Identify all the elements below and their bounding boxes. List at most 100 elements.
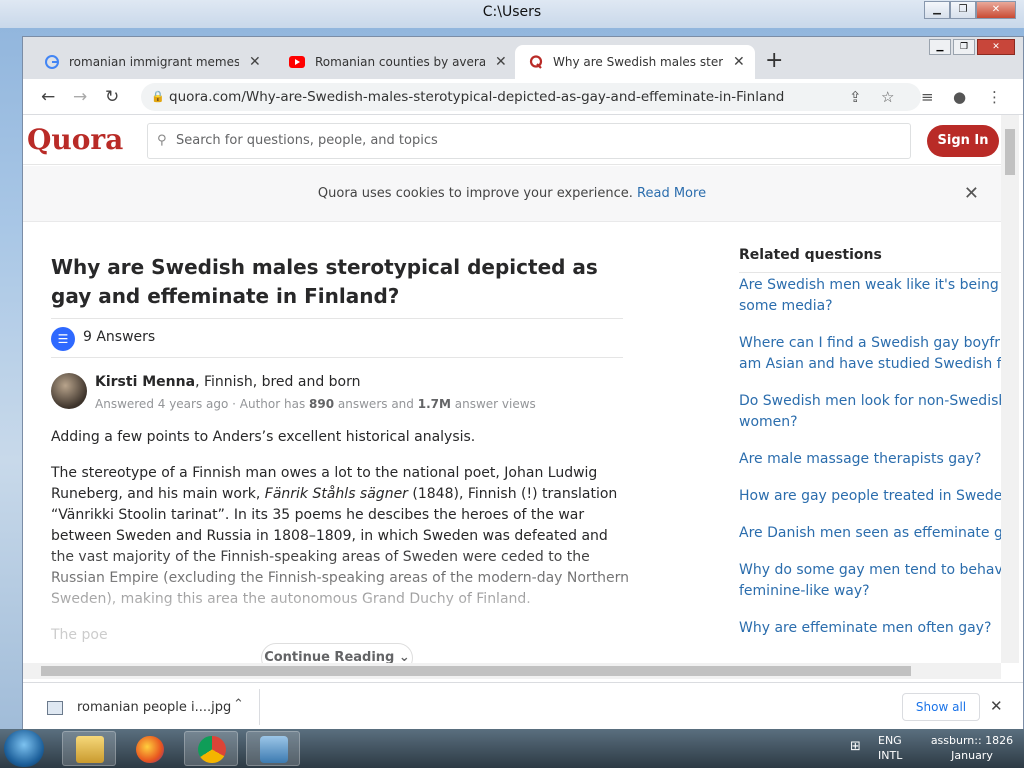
media-queue-icon[interactable]: ≡	[921, 88, 934, 106]
tab-close-icon[interactable]: ✕	[495, 54, 507, 70]
quora-header: Quora ⚲ Search for questions, people, an…	[23, 115, 1001, 165]
horizontal-scroll-thumb[interactable]	[41, 666, 911, 676]
vertical-scroll-thumb[interactable]	[1005, 129, 1015, 175]
tab-close-icon[interactable]: ✕	[733, 54, 745, 70]
meta-mid: answers and	[334, 397, 418, 411]
avatar[interactable]	[51, 373, 87, 409]
chevron-up-icon[interactable]: ⌃	[233, 697, 244, 712]
language-indicator[interactable]: ENG INTL	[878, 733, 902, 763]
chrome-icon	[198, 736, 226, 763]
back-arrow-icon[interactable]: ←	[41, 87, 55, 107]
web-page: Quora ⚲ Search for questions, people, an…	[23, 115, 1001, 663]
tab-quora[interactable]: Why are Swedish males sterotypic ✕	[515, 45, 755, 79]
continue-reading-button[interactable]: Continue Reading ⌄	[261, 643, 413, 663]
divider	[739, 272, 1001, 273]
outer-close-button[interactable]: ✕	[976, 1, 1016, 19]
quora-icon	[529, 55, 543, 69]
chrome-close-button[interactable]: ✕	[977, 39, 1015, 55]
address-bar[interactable]: 🔒 quora.com/Why-are-Swedish-males-sterot…	[141, 83, 921, 111]
tab-label: Why are Swedish males sterotypic	[553, 55, 723, 69]
quora-logo[interactable]: Quora	[27, 123, 123, 156]
firefox-icon	[136, 736, 164, 763]
answer-meta: Answered 4 years ago · Author has 890 an…	[95, 397, 536, 411]
author-line: Kirsti Menna, Finnish, bred and born	[95, 374, 361, 390]
related-question-link[interactable]: Why are effeminate men often gay?	[739, 618, 1001, 639]
answer-italic-text: Fänrik Ståhls sägner	[264, 486, 408, 502]
sign-in-button[interactable]: Sign In	[927, 125, 999, 157]
close-icon[interactable]: ✕	[990, 697, 1003, 715]
clock-time: assburn:: 1826	[930, 734, 1014, 747]
kebab-menu-icon[interactable]: ⋮	[987, 88, 1002, 106]
search-input[interactable]: ⚲ Search for questions, people, and topi…	[147, 123, 911, 159]
author-name[interactable]: Kirsti Menna	[95, 374, 195, 390]
answers-row: ☰ 9 Answers	[51, 318, 623, 358]
clock[interactable]: assburn:: 1826 January	[922, 733, 1022, 763]
meta-suffix: answer views	[450, 397, 536, 411]
chrome-window: romanian immigrant memes - Go ✕ Romanian…	[22, 36, 1024, 730]
folder-icon	[76, 736, 104, 763]
tab-close-icon[interactable]: ✕	[249, 54, 261, 70]
taskbar-firefox[interactable]	[122, 731, 176, 766]
question-title: Why are Swedish males sterotypical depic…	[51, 255, 598, 308]
related-question-link[interactable]: Are Danish men seen as effeminate glo	[739, 523, 1001, 544]
outer-maximize-button[interactable]: ❐	[950, 1, 976, 19]
show-all-button[interactable]: Show all	[902, 693, 980, 721]
related-question-link[interactable]: Where can I find a Swedish gay boyfrie	[739, 333, 1001, 354]
outer-window-title: C:\Users	[482, 4, 542, 20]
related-question-link[interactable]: Are Swedish men weak like it's being sa	[739, 275, 1001, 296]
start-button[interactable]	[4, 730, 44, 767]
taskbar-media-player[interactable]	[246, 731, 300, 766]
url-text: quora.com/Why-are-Swedish-males-sterotyp…	[169, 89, 785, 105]
meta-views: 1.7M	[417, 397, 451, 411]
taskbar-chrome[interactable]	[184, 731, 238, 766]
bookmark-star-icon[interactable]: ☆	[881, 88, 894, 106]
download-bar: romanian people i....jpg ⌃ Show all ✕	[23, 682, 1023, 730]
language-code: ENG	[878, 734, 902, 747]
vertical-scrollbar[interactable]	[1001, 115, 1019, 663]
share-icon[interactable]: ⇪	[849, 88, 862, 106]
network-icon[interactable]: ⊞	[850, 739, 861, 754]
forward-arrow-icon[interactable]: →	[73, 87, 87, 107]
google-icon	[45, 55, 59, 69]
related-questions-title: Related questions	[739, 247, 882, 263]
profile-avatar-icon[interactable]: ●	[953, 88, 966, 106]
meta-answers: 890	[309, 397, 335, 411]
download-file-name[interactable]: romanian people i....jpg	[77, 700, 231, 715]
answers-count: 9 Answers	[83, 329, 156, 345]
related-question-link[interactable]: feminine-like way?	[739, 581, 1001, 602]
meta-prefix: Answered 4 years ago · Author has	[95, 397, 310, 411]
outer-window-titlebar: C:\Users ▁ ❐ ✕	[0, 0, 1024, 28]
chrome-maximize-button[interactable]: ❐	[953, 39, 975, 55]
browser-toolbar: ← → ↻ 🔒 quora.com/Why-are-Swedish-males-…	[23, 79, 1023, 115]
media-player-icon	[260, 736, 288, 763]
taskbar-explorer[interactable]	[62, 731, 116, 766]
outer-minimize-button[interactable]: ▁	[924, 1, 950, 19]
reload-icon[interactable]: ↻	[105, 87, 119, 107]
tab-label: romanian immigrant memes - Go	[69, 55, 239, 69]
related-question-link[interactable]: How are gay people treated in Sweden?	[739, 486, 1001, 507]
divider	[259, 689, 260, 725]
answer-paragraph: Adding a few points to Anders’s excellen…	[51, 429, 476, 445]
list-icon: ☰	[51, 327, 75, 351]
author-credential: , Finnish, bred and born	[195, 374, 361, 390]
related-question-link[interactable]: some media?	[739, 296, 1001, 317]
taskbar: ⊞ ENG INTL assburn:: 1826 January	[0, 729, 1024, 768]
related-question-link[interactable]: am Asian and have studied Swedish for	[739, 354, 1001, 375]
related-question-link[interactable]: Do Swedish men look for non-Swedish	[739, 391, 1001, 412]
keyboard-layout: INTL	[878, 749, 903, 762]
chrome-minimize-button[interactable]: ▁	[929, 39, 951, 55]
related-question-link[interactable]: Why do some gay men tend to behave	[739, 560, 1001, 581]
answer-paragraph-faded: The poe	[51, 627, 108, 643]
tab-youtube[interactable]: Romanian counties by average ne ✕	[275, 45, 511, 79]
read-more-link[interactable]: Read More	[637, 186, 706, 201]
tab-google-search[interactable]: romanian immigrant memes - Go ✕	[31, 45, 271, 79]
new-tab-button[interactable]: +	[765, 49, 783, 73]
image-file-icon	[47, 701, 63, 715]
cookie-text: Quora uses cookies to improve your exper…	[317, 186, 633, 201]
horizontal-scrollbar[interactable]	[23, 663, 1001, 679]
related-question-link[interactable]: women?	[739, 412, 1001, 433]
close-icon[interactable]: ✕	[964, 166, 979, 222]
related-question-link[interactable]: Are male massage therapists gay?	[739, 449, 1001, 470]
lock-icon[interactable]: 🔒	[151, 83, 165, 111]
search-icon: ⚲	[157, 133, 167, 148]
